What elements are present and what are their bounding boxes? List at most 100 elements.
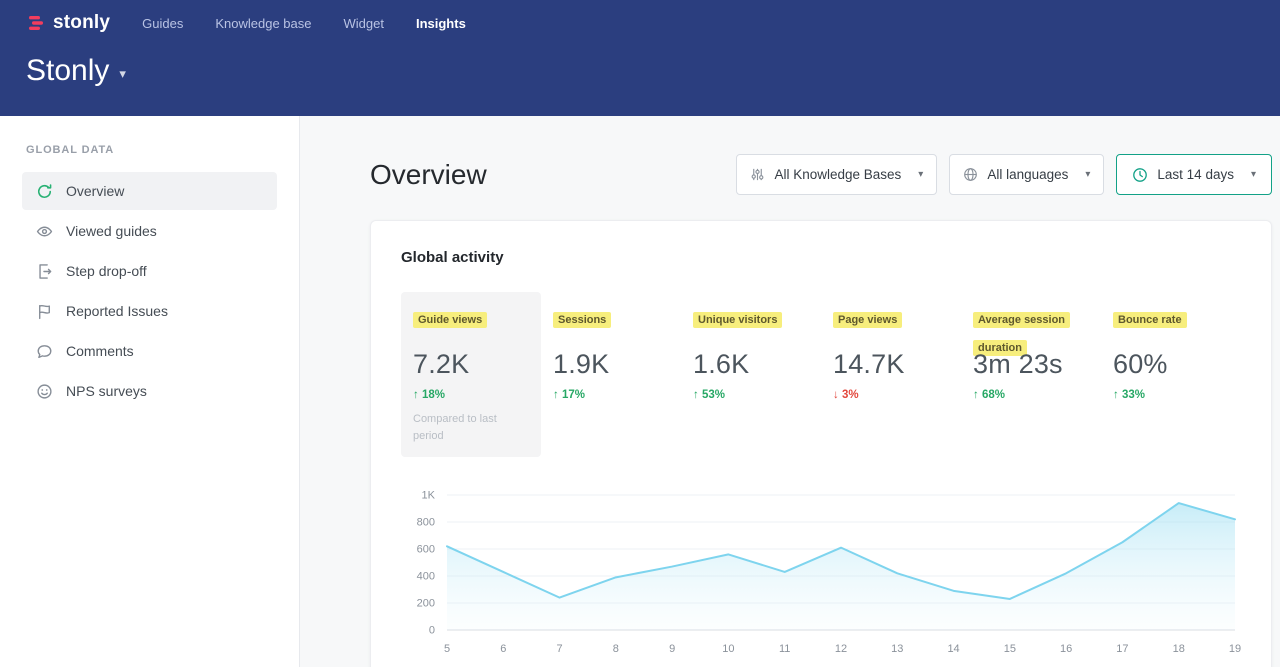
svg-text:15: 15 [1004, 643, 1016, 655]
metric-value: 1.9K [553, 349, 669, 380]
chevron-down-icon: ▾ [119, 60, 126, 82]
arrow-icon: ↑ [693, 389, 699, 401]
svg-text:7: 7 [557, 643, 563, 655]
metric-value: 3m 23s [973, 349, 1089, 380]
sidebar-item-label: Viewed guides [66, 223, 157, 239]
svg-text:9: 9 [669, 643, 675, 655]
sidebar-section-label: GLOBAL DATA [26, 144, 273, 156]
global-activity-card: Global activity Guide views 7.2K ↑ 18% C… [370, 220, 1272, 667]
smiley-icon [36, 383, 53, 400]
svg-text:0: 0 [429, 625, 435, 637]
knowledge-bases-value: All Knowledge Bases [774, 167, 901, 182]
arrow-icon: ↑ [413, 389, 419, 401]
page-title: Overview [370, 159, 487, 191]
sidebar-item-overview[interactable]: Overview [22, 172, 277, 210]
main-content: Overview All Knowledge Bases ▾ All langu… [300, 116, 1280, 667]
metric-unique-visitors[interactable]: Unique visitors 1.6K ↑ 53% [681, 292, 821, 457]
svg-text:17: 17 [1116, 643, 1128, 655]
knowledge-bases-dropdown[interactable]: All Knowledge Bases ▾ [736, 154, 937, 195]
svg-text:6: 6 [500, 643, 506, 655]
sidebar-item-reported-issues[interactable]: Reported Issues [22, 292, 277, 330]
date-range-value: Last 14 days [1157, 167, 1234, 182]
date-range-dropdown[interactable]: Last 14 days ▾ [1116, 154, 1272, 195]
logo-text: stonly [53, 12, 110, 34]
chevron-down-icon: ▾ [918, 169, 923, 180]
sidebar: GLOBAL DATA Overview Viewed guides Step … [0, 116, 300, 667]
arrow-icon: ↑ [553, 389, 559, 401]
arrow-icon: ↑ [973, 389, 979, 401]
stonly-logo[interactable]: stonly [26, 12, 110, 34]
sidebar-item-comments[interactable]: Comments [22, 332, 277, 370]
metric-average-session-duration[interactable]: Average session duration 3m 23s ↑ 68% [961, 292, 1101, 457]
sidebar-item-label: Reported Issues [66, 303, 168, 319]
languages-dropdown[interactable]: All languages ▾ [949, 154, 1104, 195]
metric-delta: ↑ 53% [693, 389, 809, 401]
refresh-circle-icon [36, 183, 53, 200]
metric-guide-views[interactable]: Guide views 7.2K ↑ 18% Compared to last … [401, 292, 541, 457]
svg-text:5: 5 [444, 643, 450, 655]
svg-text:14: 14 [947, 643, 959, 655]
workspace-switcher[interactable]: Stonly ▾ [26, 54, 126, 88]
sidebar-item-label: Comments [66, 343, 134, 359]
svg-text:16: 16 [1060, 643, 1072, 655]
metric-delta: ↑ 18% [413, 389, 529, 401]
sidebar-item-viewed-guides[interactable]: Viewed guides [22, 212, 277, 250]
svg-text:8: 8 [613, 643, 619, 655]
topnav-items: Guides Knowledge base Widget Insights [142, 12, 466, 35]
card-title: Global activity [401, 249, 1241, 266]
metric-value: 1.6K [693, 349, 809, 380]
svg-text:19: 19 [1229, 643, 1241, 655]
metric-delta: ↑ 17% [553, 389, 669, 401]
svg-text:13: 13 [891, 643, 903, 655]
sidebar-item-nps-surveys[interactable]: NPS surveys [22, 372, 277, 410]
sidebar-item-label: Overview [66, 183, 124, 199]
metric-delta: ↑ 33% [1113, 389, 1229, 401]
arrow-icon: ↓ [833, 389, 839, 401]
document-exit-icon [36, 263, 53, 280]
metric-value: 7.2K [413, 349, 529, 380]
svg-text:11: 11 [779, 643, 790, 655]
sidebar-item-step-drop-off[interactable]: Step drop-off [22, 252, 277, 290]
svg-text:600: 600 [417, 544, 435, 556]
svg-text:800: 800 [417, 517, 435, 529]
svg-text:400: 400 [417, 571, 435, 583]
topnav-widget[interactable]: Widget [344, 12, 384, 35]
metric-label: Bounce rate [1113, 312, 1187, 328]
filters: All Knowledge Bases ▾ All languages ▾ La… [736, 154, 1272, 195]
globe-icon [963, 167, 978, 182]
languages-value: All languages [987, 167, 1068, 182]
svg-text:18: 18 [1173, 643, 1185, 655]
top-navigation: stonly Guides Knowledge base Widget Insi… [0, 0, 1280, 46]
metric-sessions[interactable]: Sessions 1.9K ↑ 17% [541, 292, 681, 457]
sidebar-item-label: NPS surveys [66, 383, 147, 399]
metric-label: Sessions [553, 312, 611, 328]
sliders-icon [750, 167, 765, 182]
topnav-guides[interactable]: Guides [142, 12, 183, 35]
svg-text:12: 12 [835, 643, 847, 655]
flag-icon [36, 303, 53, 320]
activity-chart: 02004006008001K5678910111213141516171819 [401, 485, 1241, 660]
topnav-insights[interactable]: Insights [416, 12, 466, 35]
metric-page-views[interactable]: Page views 14.7K ↓ 3% [821, 292, 961, 457]
stonly-logo-icon [26, 13, 46, 33]
app-header: stonly Guides Knowledge base Widget Insi… [0, 0, 1280, 116]
topnav-knowledge-base[interactable]: Knowledge base [215, 12, 311, 35]
metric-note: Compared to last period [413, 411, 529, 444]
arrow-icon: ↑ [1113, 389, 1119, 401]
metrics-row: Guide views 7.2K ↑ 18% Compared to last … [401, 292, 1241, 457]
speech-bubble-icon [36, 343, 53, 360]
metric-delta: ↑ 68% [973, 389, 1089, 401]
eye-icon [36, 223, 53, 240]
metric-label: Guide views [413, 312, 487, 328]
workspace-name: Stonly [26, 54, 109, 88]
metric-value: 60% [1113, 349, 1229, 380]
metric-delta: ↓ 3% [833, 389, 949, 401]
clock-icon [1132, 167, 1148, 183]
metric-label: Page views [833, 312, 902, 328]
metric-bounce-rate[interactable]: Bounce rate 60% ↑ 33% [1101, 292, 1241, 457]
svg-text:1K: 1K [422, 490, 436, 502]
area-chart: 02004006008001K5678910111213141516171819 [401, 485, 1241, 660]
metric-value: 14.7K [833, 349, 949, 380]
metric-label: Unique visitors [693, 312, 782, 328]
svg-text:10: 10 [722, 643, 734, 655]
